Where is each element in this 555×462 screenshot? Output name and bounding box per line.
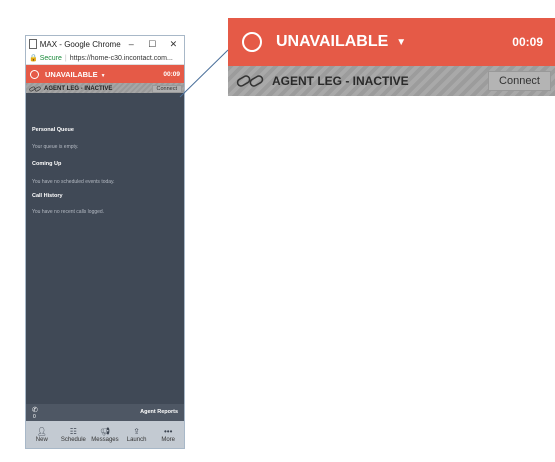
zoomed-link-icon	[236, 75, 264, 87]
zoomed-caret-down-icon: ▼	[396, 36, 407, 48]
zoomed-status-circle-icon	[242, 32, 262, 52]
zoomed-state-timer: 00:09	[512, 35, 543, 49]
zoomed-agent-leg-bar: AGENT LEG - INACTIVE Connect	[228, 66, 555, 96]
zoomed-agent-leg-status: AGENT LEG - INACTIVE	[272, 74, 409, 88]
zoomed-agent-state: UNAVAILABLE	[276, 33, 389, 50]
zoomed-header-view: UNAVAILABLE ▼ 00:09 AGENT LEG - INACTIVE…	[228, 18, 555, 96]
zoomed-agent-state-bar: UNAVAILABLE ▼ 00:09	[228, 18, 555, 66]
zoomed-connect-button: Connect	[488, 71, 551, 91]
